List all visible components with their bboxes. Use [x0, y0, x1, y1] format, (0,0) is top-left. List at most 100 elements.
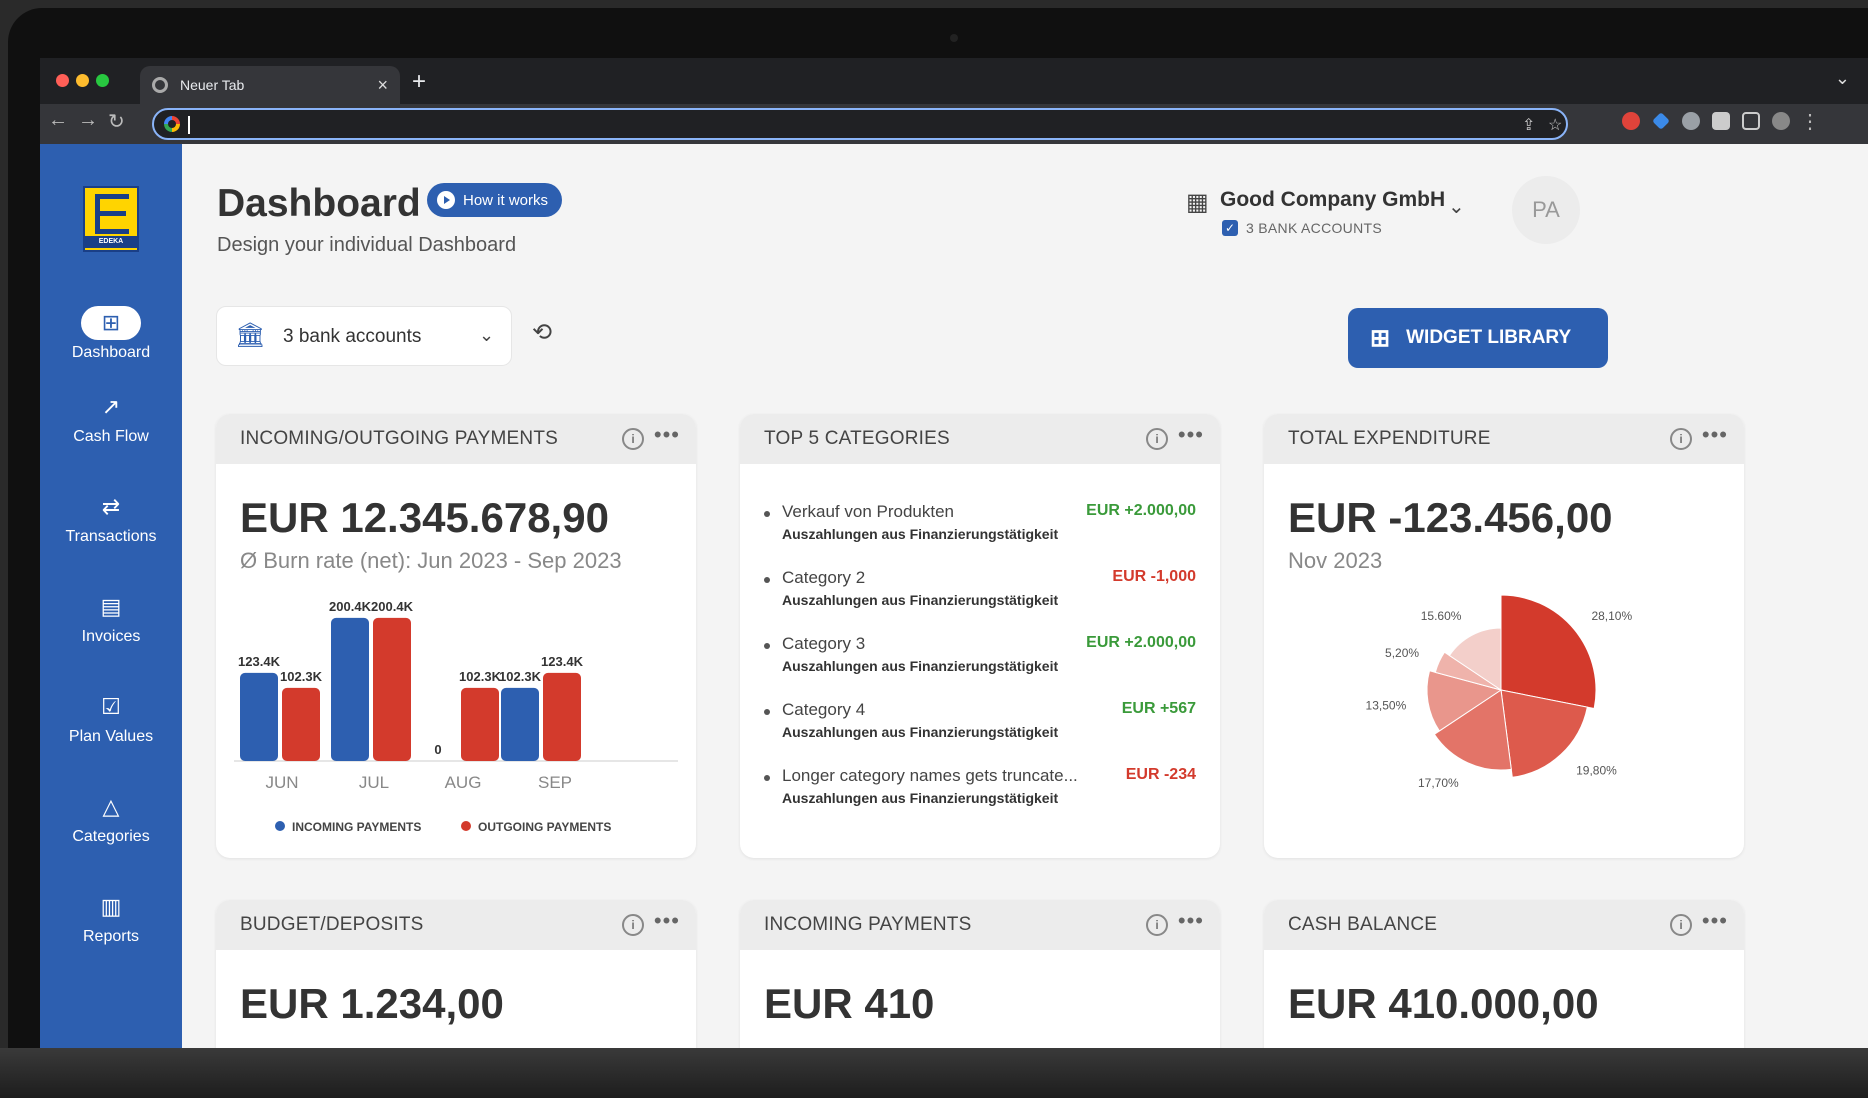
laptop-base: [0, 1048, 1868, 1098]
info-icon[interactable]: i: [622, 428, 644, 450]
category-list: Verkauf von Produkten Auszahlungen aus F…: [764, 502, 1196, 832]
sidebar-item-transactions[interactable]: ⇄ Transactions: [40, 490, 182, 570]
widget-header: INCOMING/OUTGOING PAYMENTS i •••: [216, 414, 696, 464]
chevron-down-icon[interactable]: ⌄: [1448, 194, 1465, 219]
side-panel-icon[interactable]: [1742, 112, 1760, 130]
more-options-icon[interactable]: •••: [1178, 908, 1204, 934]
google-icon: [164, 116, 180, 132]
extension-drive-icon[interactable]: [1652, 112, 1670, 130]
refresh-icon[interactable]: ⟲: [532, 318, 552, 347]
new-tab-button[interactable]: +: [412, 68, 426, 96]
browser-toolbar: ← → ↻ ⇪ ☆ ⋮: [40, 104, 1868, 144]
x-tick-label: JUN: [265, 773, 298, 792]
menu-kebab-icon[interactable]: ⋮: [1800, 109, 1820, 134]
list-item[interactable]: Longer category names gets truncate... A…: [764, 766, 1196, 832]
info-icon[interactable]: i: [1670, 428, 1692, 450]
forward-arrow-icon[interactable]: →: [78, 109, 98, 132]
sidebar-item-invoices[interactable]: ▤ Invoices: [40, 590, 182, 670]
info-icon[interactable]: i: [1146, 914, 1168, 936]
bar-incoming-payments-sep: [501, 687, 539, 761]
slice-label: 5,20%: [1385, 646, 1419, 660]
category-value: EUR +2.000,00: [1086, 634, 1196, 651]
info-icon[interactable]: i: [1670, 914, 1692, 936]
list-item[interactable]: Category 2 Auszahlungen aus Finanzierung…: [764, 568, 1196, 634]
browser-tab-bar: Neuer Tab × + ⌄: [40, 58, 1868, 104]
profile-icon[interactable]: [1772, 112, 1790, 130]
widget-amount: EUR 410.000,00: [1288, 980, 1599, 1027]
how-it-works-button[interactable]: How it works: [427, 183, 563, 217]
browser-tab[interactable]: Neuer Tab ×: [140, 66, 400, 104]
widget-cash-balance: CASH BALANCE i ••• EUR 410.000,00: [1264, 900, 1744, 1048]
legend-swatch: [461, 821, 471, 831]
maximize-window-button[interactable]: [96, 74, 109, 87]
sidebar-item-reports[interactable]: ▥ Reports: [40, 890, 182, 970]
page-title: Dashboard: [217, 182, 421, 225]
extension-red-icon[interactable]: [1622, 112, 1640, 130]
camera: [950, 34, 958, 42]
data-label: 123.4K: [541, 654, 584, 669]
bank-accounts-select[interactable]: 🏛 3 bank accounts ⌄: [216, 306, 512, 366]
widget-header: TOTAL EXPENDITURE i •••: [1264, 414, 1744, 464]
category-value: EUR +567: [1121, 700, 1196, 717]
reload-icon[interactable]: ↻: [108, 109, 125, 134]
bullet: [764, 511, 770, 517]
dashboard-icon: ⊞: [81, 306, 141, 340]
category-name: Longer category names gets truncate...: [782, 766, 1078, 785]
widget-library-button[interactable]: ⊞ WIDGET LIBRARY: [1348, 308, 1608, 368]
close-window-button[interactable]: [56, 74, 69, 87]
info-icon[interactable]: i: [1146, 428, 1168, 450]
data-label: 102.3K: [459, 669, 502, 684]
avatar[interactable]: PA: [1512, 176, 1580, 244]
minimize-window-button[interactable]: [76, 74, 89, 87]
x-tick-label: JUL: [359, 773, 389, 792]
back-arrow-icon[interactable]: ←: [48, 109, 68, 132]
more-options-icon[interactable]: •••: [654, 908, 680, 934]
bar-chart: 123.4K102.3KJUN200.4K 200.4KJUL0102.3KAUG…: [234, 599, 678, 834]
company-switcher[interactable]: ▦ Good Company GmbH ✓ 3 BANK ACCOUNTS ⌄: [1186, 184, 1486, 244]
widget-title: CASH BALANCE: [1288, 914, 1438, 935]
widget-total-expenditure: TOTAL EXPENDITURE i ••• EUR -123.456,00 …: [1264, 414, 1744, 858]
widget-budget-deposits: BUDGET/DEPOSITS i ••• EUR 1.234,00: [216, 900, 696, 1048]
edeka-logo[interactable]: EDEKA: [83, 186, 139, 252]
slice-label: 19,80%: [1576, 763, 1617, 777]
more-options-icon[interactable]: •••: [1702, 908, 1728, 934]
widget-title: BUDGET/DEPOSITS: [240, 914, 424, 935]
data-label: 102.3K: [499, 669, 542, 684]
share-icon[interactable]: ⇪: [1522, 115, 1535, 135]
widget-title: INCOMING PAYMENTS: [764, 914, 972, 935]
logo-brand-text: EDEKA: [85, 236, 137, 248]
puzzle-icon[interactable]: [1712, 112, 1730, 130]
bullet: [764, 643, 770, 649]
sidebar-item-dashboard[interactable]: ⊞ Dashboard: [40, 306, 182, 386]
sidebar-item-label: Transactions: [65, 528, 157, 545]
invoice-icon: ▤: [100, 594, 122, 619]
app: EDEKA ⊞ Dashboard ↗ Cash Flow ⇄ Transact…: [40, 144, 1868, 1048]
tab-search-chevron-icon[interactable]: ⌄: [1835, 68, 1850, 89]
sidebar-item-label: Dashboard: [71, 344, 151, 361]
address-bar[interactable]: ⇪ ☆: [152, 108, 1568, 140]
widget-title: TOP 5 CATEGORIES: [764, 428, 950, 449]
more-options-icon[interactable]: •••: [654, 422, 680, 448]
list-item[interactable]: Category 3 Auszahlungen aus Finanzierung…: [764, 634, 1196, 700]
more-options-icon[interactable]: •••: [1702, 422, 1728, 448]
sidebar-item-cash-flow[interactable]: ↗ Cash Flow: [40, 390, 182, 470]
list-item[interactable]: Category 4 Auszahlungen aus Finanzierung…: [764, 700, 1196, 766]
category-sub: Auszahlungen aus Finanzierungstätigkeit: [782, 526, 1059, 542]
extension-grey-icon[interactable]: [1682, 112, 1700, 130]
category-value: EUR +2.000,00: [1086, 502, 1196, 519]
bar-outgoing-payments-jun: [282, 687, 320, 761]
logo-e-mark: [95, 194, 129, 234]
widget-header: TOP 5 CATEGORIES i •••: [740, 414, 1220, 464]
sidebar-item-plan-values[interactable]: ☑ Plan Values: [40, 690, 182, 770]
more-options-icon[interactable]: •••: [1178, 422, 1204, 448]
tab-close-button[interactable]: ×: [377, 75, 388, 96]
data-label: 0: [434, 742, 441, 757]
data-label: 102.3K: [280, 669, 323, 684]
info-icon[interactable]: i: [622, 914, 644, 936]
list-item[interactable]: Verkauf von Produkten Auszahlungen aus F…: [764, 502, 1196, 568]
bar-incoming-payments-jul: [331, 617, 369, 761]
bookmark-star-icon[interactable]: ☆: [1548, 115, 1562, 135]
sidebar-item-categories[interactable]: △ Categories: [40, 790, 182, 870]
category-sub: Auszahlungen aus Finanzierungstätigkeit: [782, 790, 1059, 806]
x-tick-label: SEP: [538, 773, 572, 792]
